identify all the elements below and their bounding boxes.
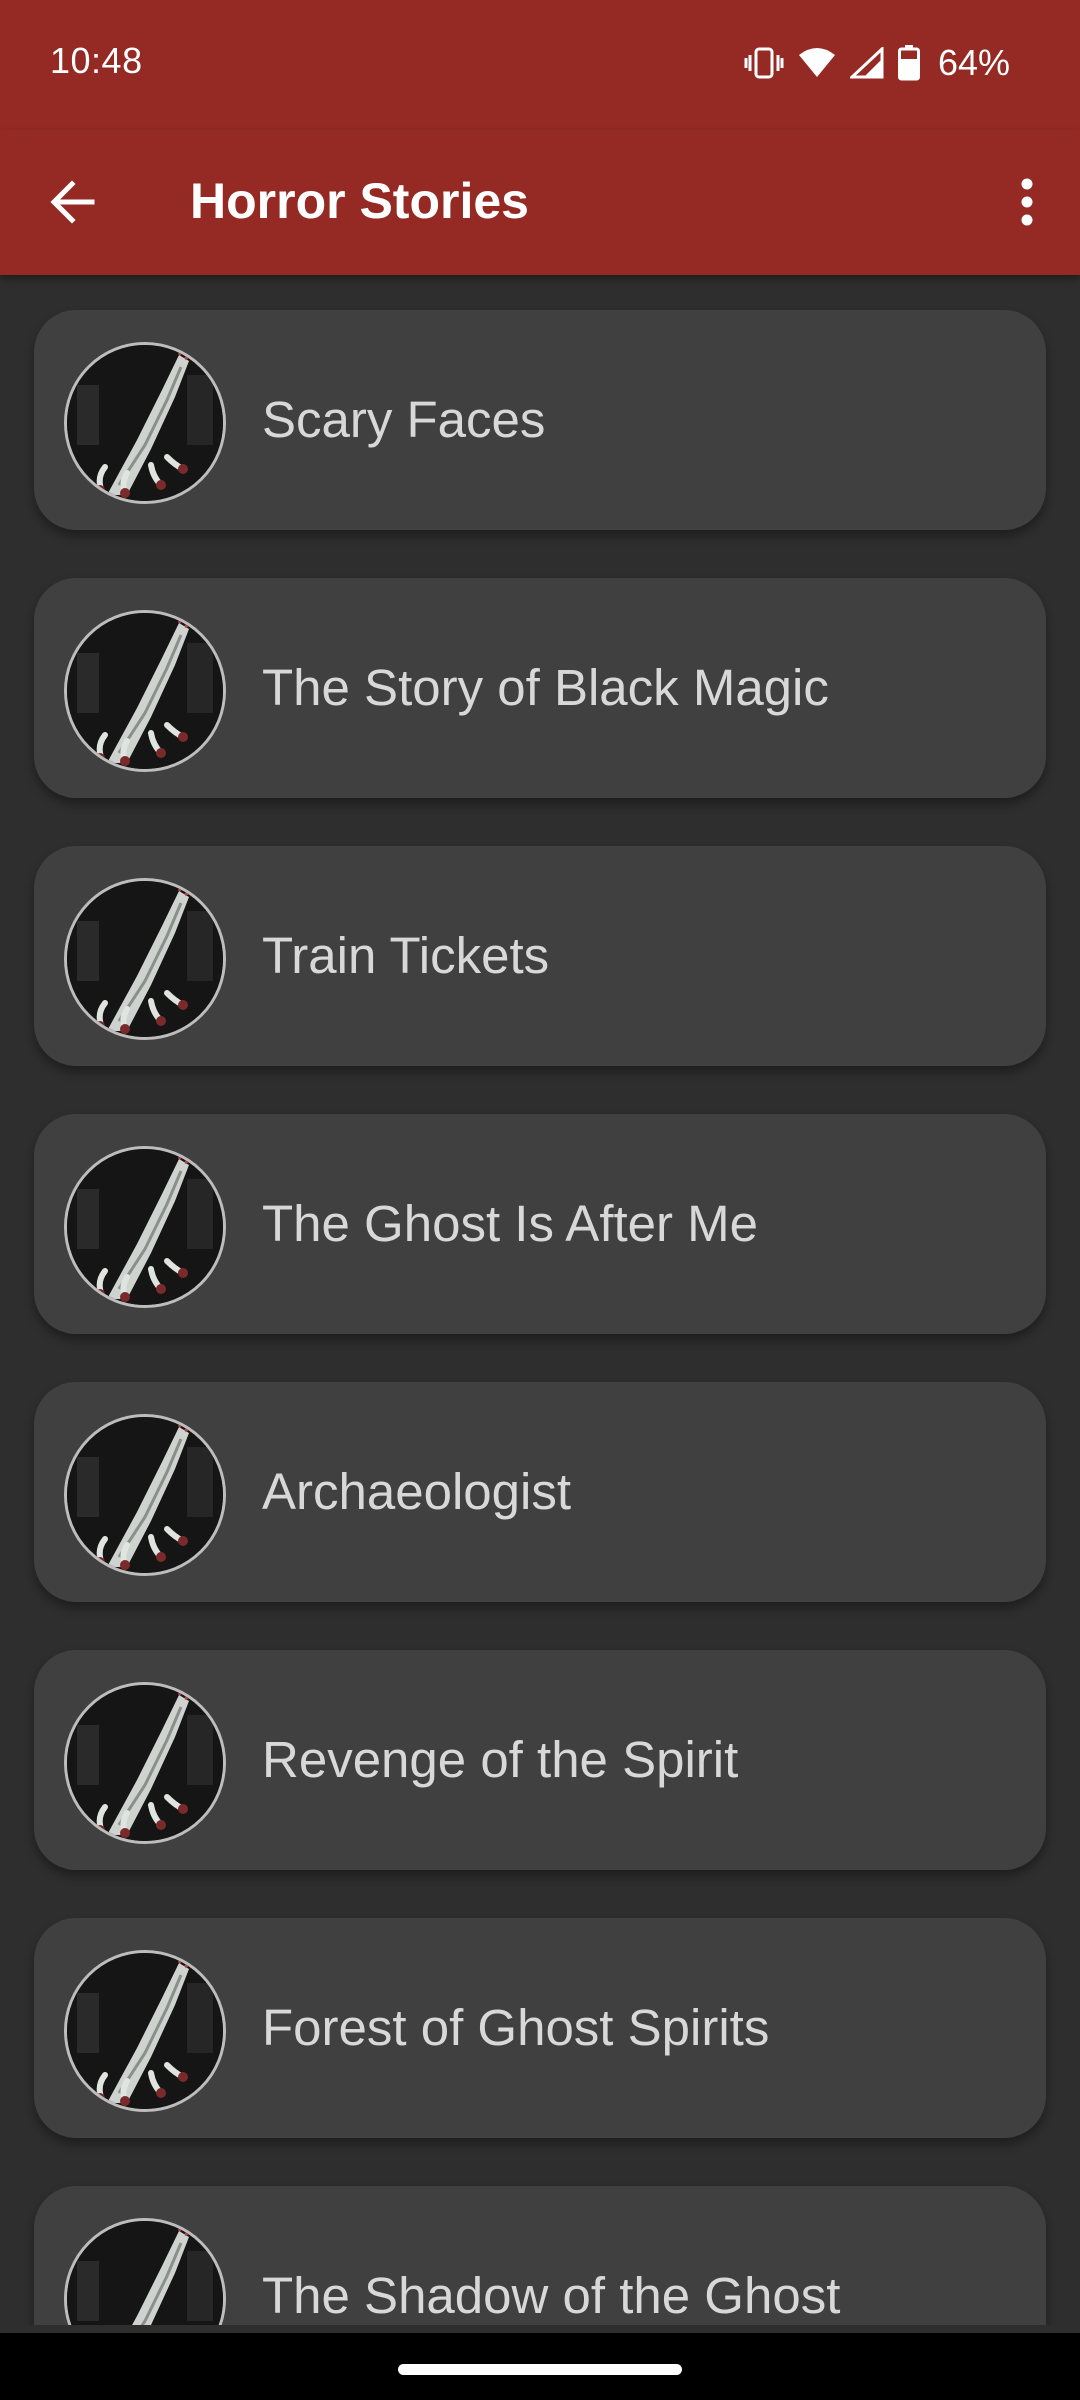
story-card[interactable]: Forest of Ghost Spirits <box>34 1918 1046 2138</box>
story-thumbnail <box>64 342 226 504</box>
story-title: Revenge of the Spirit <box>262 1731 739 1788</box>
navigation-bar <box>0 2333 1080 2400</box>
status-icons: 64% <box>744 38 1010 88</box>
story-card[interactable]: Archaeologist <box>34 1382 1046 1602</box>
story-title: The Story of Black Magic <box>262 659 829 716</box>
status-bar: 10:48 64% <box>0 0 1080 130</box>
story-thumbnail <box>64 878 226 1040</box>
vibrate-icon <box>744 46 784 80</box>
story-title: The Ghost Is After Me <box>262 1195 759 1252</box>
story-title: Train Tickets <box>262 927 550 984</box>
story-thumbnail <box>64 1682 226 1844</box>
battery-icon <box>897 45 920 81</box>
story-card[interactable]: Revenge of the Spirit <box>34 1650 1046 1870</box>
story-list[interactable]: Scary Faces The Story of Black Magic Train… <box>0 275 1080 2325</box>
story-card[interactable]: The Ghost Is After Me <box>34 1114 1046 1334</box>
story-card[interactable]: Scary Faces <box>34 310 1046 530</box>
story-thumbnail <box>64 1950 226 2112</box>
page-title: Horror Stories <box>190 173 529 229</box>
battery-percent: 64% <box>937 42 1010 83</box>
story-thumbnail <box>64 610 226 772</box>
wifi-icon <box>798 47 836 79</box>
story-thumbnail <box>64 1146 226 1308</box>
story-thumbnail <box>64 2218 226 2325</box>
more-vert-icon <box>1021 178 1033 226</box>
story-title: The Shadow of the Ghost <box>262 2267 841 2324</box>
signal-icon <box>849 47 884 79</box>
app-bar: Horror Stories <box>0 130 1080 275</box>
story-card[interactable]: The Story of Black Magic <box>34 578 1046 798</box>
story-title: Scary Faces <box>262 391 546 448</box>
story-card[interactable]: The Shadow of the Ghost <box>34 2186 1046 2325</box>
more-options-button[interactable] <box>1002 172 1052 232</box>
arrow-left-icon <box>50 180 95 224</box>
back-button[interactable] <box>44 172 104 232</box>
home-handle[interactable] <box>398 2364 682 2375</box>
story-card[interactable]: Train Tickets <box>34 846 1046 1066</box>
story-thumbnail <box>64 1414 226 1576</box>
story-title: Archaeologist <box>262 1463 572 1520</box>
story-title: Forest of Ghost Spirits <box>262 1999 770 2056</box>
status-time: 10:48 <box>50 40 143 81</box>
